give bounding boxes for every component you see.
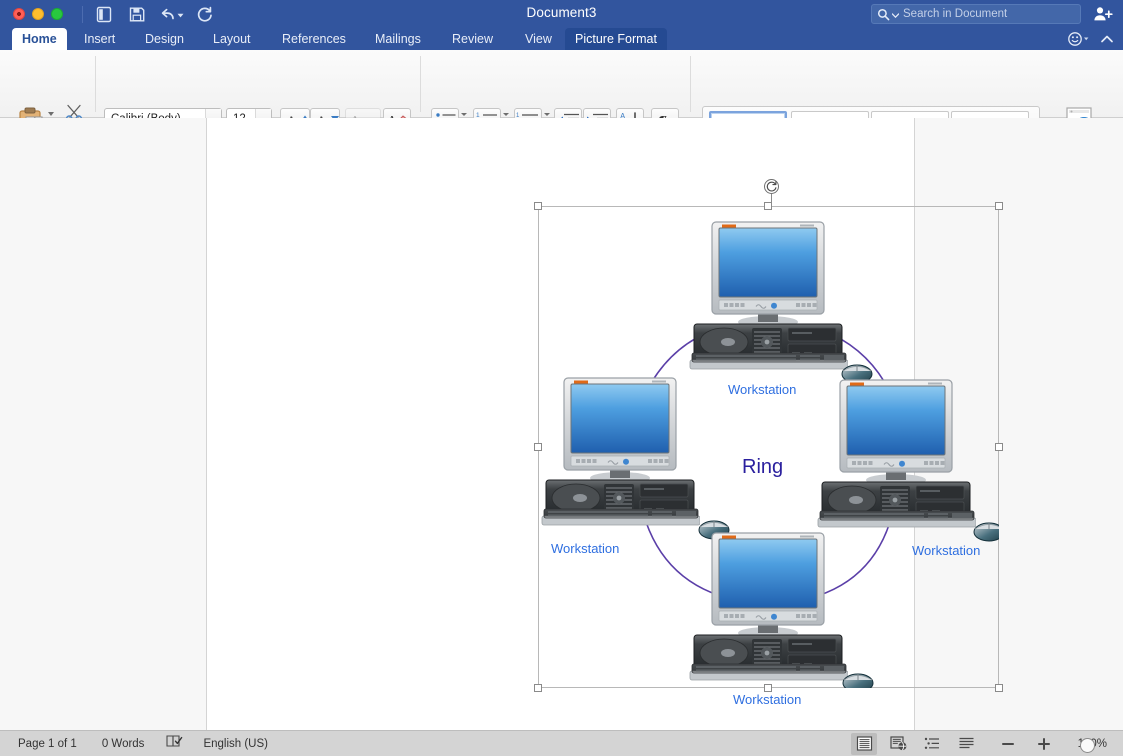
tab-view[interactable]: View <box>515 28 562 50</box>
language-indicator[interactable]: English (US) <box>203 738 268 750</box>
tab-layout[interactable]: Layout <box>203 28 261 50</box>
computer-icon <box>690 222 848 369</box>
group-divider <box>690 56 691 112</box>
ring-center-label: Ring <box>742 456 783 479</box>
word-count[interactable]: 0 Words <box>102 738 145 750</box>
resize-handle-middle-left[interactable] <box>534 443 542 451</box>
mouse-icon <box>974 523 999 541</box>
share-add-person-icon[interactable] <box>1093 5 1113 23</box>
collapse-ribbon-icon[interactable] <box>1099 31 1115 47</box>
resize-handle-middle-right[interactable] <box>995 443 1003 451</box>
node-label-bottom: Workstation <box>733 692 801 707</box>
resize-handle-top-left[interactable] <box>534 202 542 210</box>
resize-handle-top-center[interactable] <box>764 202 772 210</box>
computer-icon <box>818 380 976 527</box>
tab-home[interactable]: Home <box>12 28 67 50</box>
group-divider <box>95 56 96 112</box>
feedback-smiley-icon[interactable] <box>1067 31 1091 47</box>
tab-design[interactable]: Design <box>135 28 194 50</box>
computer-icon <box>690 533 848 680</box>
zoom-in-button[interactable] <box>1037 737 1051 751</box>
computer-icon <box>542 378 700 525</box>
tab-picture-format[interactable]: Picture Format <box>565 28 667 50</box>
image-selection-frame[interactable]: Workstation Workstation Workstation Work… <box>538 206 999 688</box>
proofing-icon[interactable] <box>166 734 183 753</box>
tab-insert[interactable]: Insert <box>74 28 125 50</box>
node-label-right: Workstation <box>912 543 980 558</box>
web-layout-icon[interactable] <box>885 733 911 755</box>
resize-handle-bottom-right[interactable] <box>995 684 1003 692</box>
search-icon <box>877 8 890 21</box>
ribbon-tabs: Home Insert Design Layout References Mai… <box>0 28 1123 50</box>
ring-network-diagram: Workstation Workstation Workstation Work… <box>538 206 999 688</box>
outline-icon[interactable] <box>919 733 945 755</box>
tab-references[interactable]: References <box>272 28 356 50</box>
node-label-top: Workstation <box>728 382 796 397</box>
page-info[interactable]: Page 1 of 1 <box>18 738 77 750</box>
search-dropdown-icon[interactable] <box>892 5 899 23</box>
document-canvas[interactable]: Workstation Workstation Workstation Work… <box>0 118 1123 730</box>
zoom-slider-knob[interactable] <box>1080 738 1095 753</box>
tab-mailings[interactable]: Mailings <box>365 28 431 50</box>
zoom-out-button[interactable] <box>1001 737 1015 751</box>
draft-icon[interactable] <box>953 733 979 755</box>
status-bar: Page 1 of 1 0 Words English (US) <box>0 730 1123 756</box>
ribbon-home: Paste Calibri (Body) <box>0 50 1123 118</box>
group-divider <box>420 56 421 112</box>
word-window: Document3 Search in Document Home Insert… <box>0 0 1123 756</box>
document-page[interactable]: Workstation Workstation Workstation Work… <box>206 118 915 730</box>
resize-handle-bottom-left[interactable] <box>534 684 542 692</box>
search-placeholder: Search in Document <box>903 8 1007 20</box>
resize-handle-bottom-center[interactable] <box>764 684 772 692</box>
resize-handle-top-right[interactable] <box>995 202 1003 210</box>
rotate-icon[interactable] <box>764 179 779 194</box>
print-layout-icon[interactable] <box>851 733 877 755</box>
title-bar: Document3 Search in Document <box>0 0 1123 28</box>
tab-review[interactable]: Review <box>442 28 503 50</box>
mouse-icon <box>843 674 873 688</box>
search-input[interactable]: Search in Document <box>871 4 1081 24</box>
node-label-left: Workstation <box>551 541 619 556</box>
